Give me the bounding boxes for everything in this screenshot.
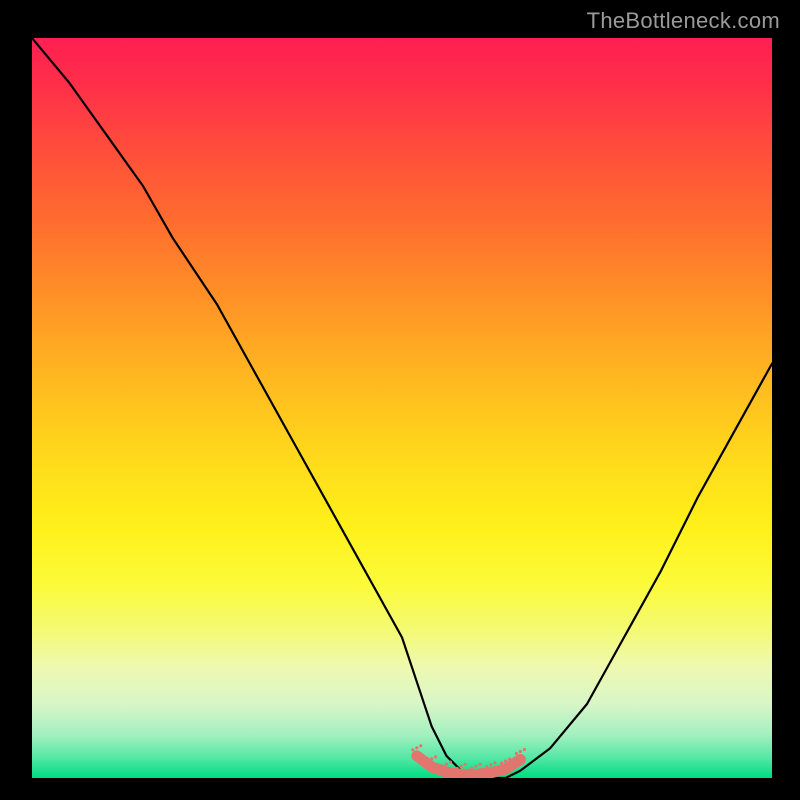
plot-area — [32, 38, 772, 778]
bottleneck-curve — [32, 38, 772, 778]
curve-layer — [32, 38, 772, 778]
watermark-text: TheBottleneck.com — [587, 8, 780, 34]
chart-frame: TheBottleneck.com — [0, 0, 800, 800]
